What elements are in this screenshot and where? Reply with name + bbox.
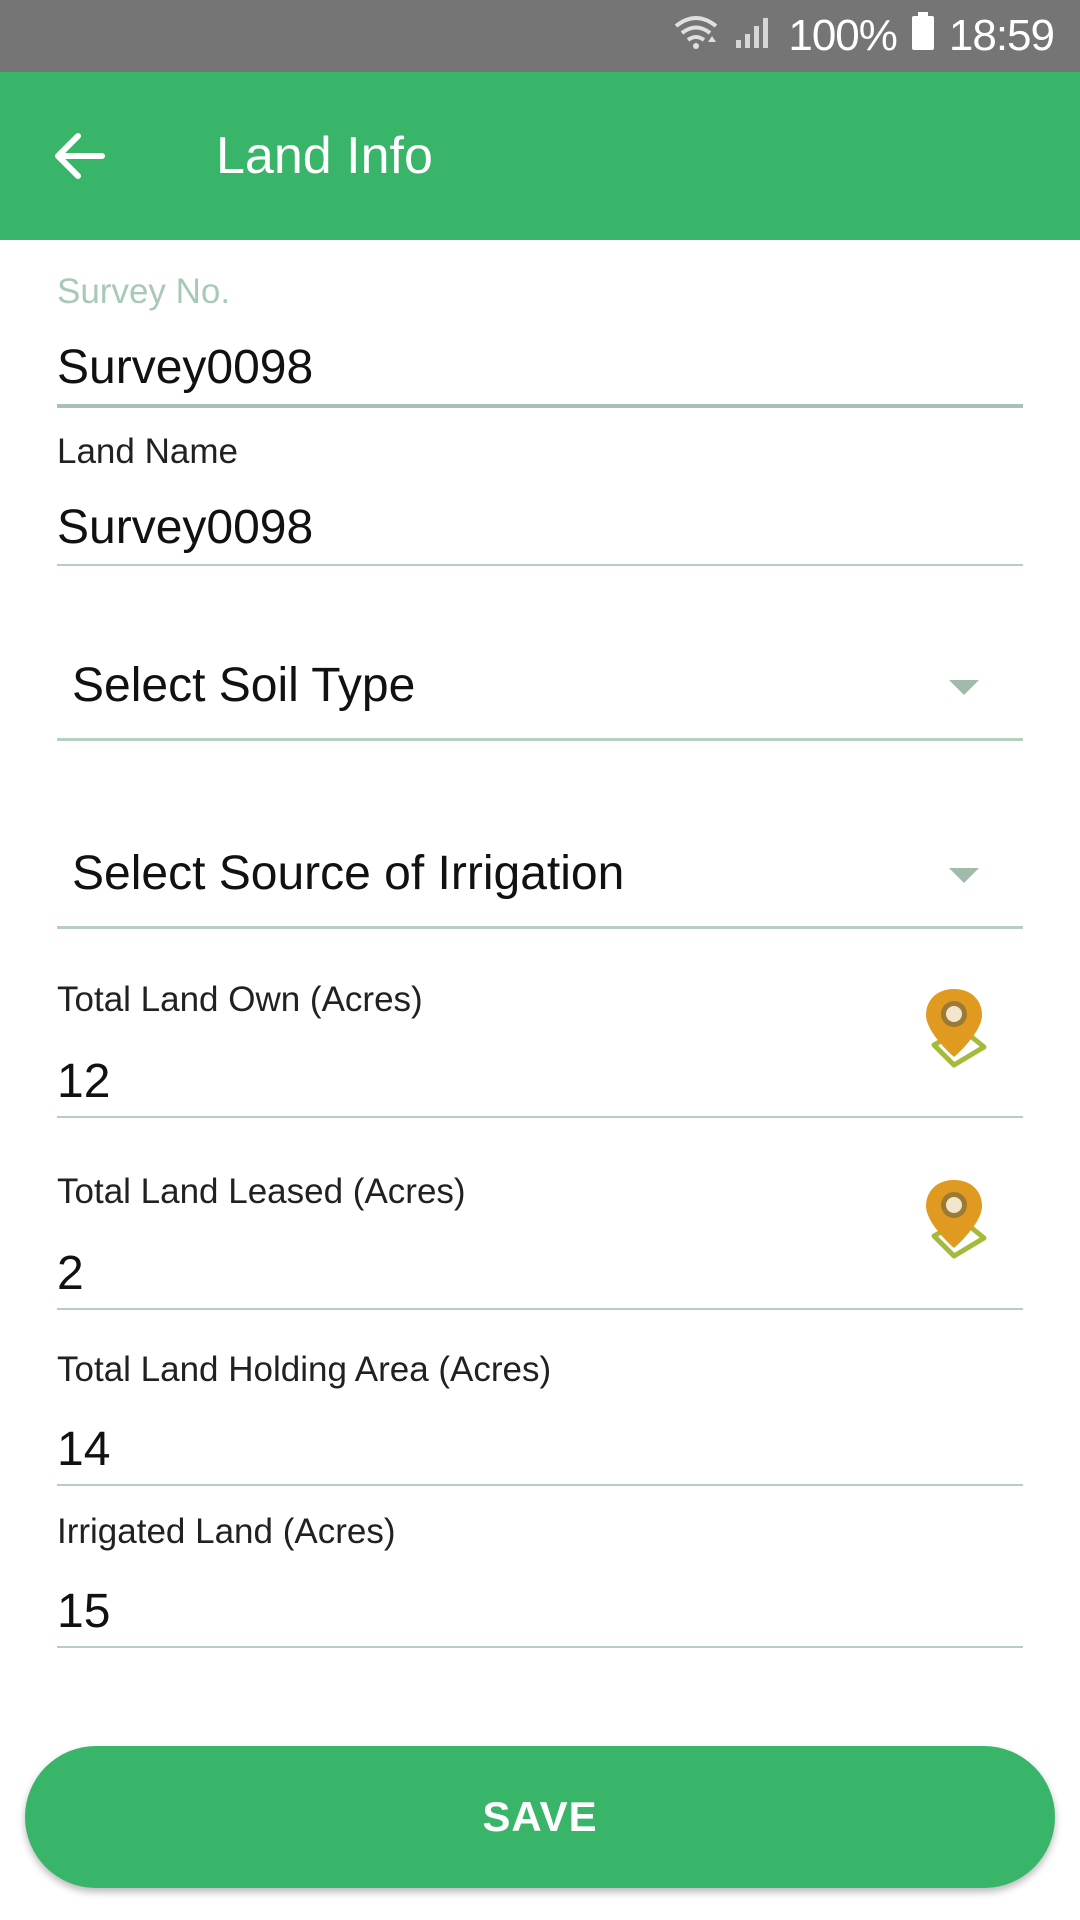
soil-type-selected: Select Soil Type — [72, 659, 416, 712]
irrigated-land-value[interactable]: 15 — [57, 1584, 937, 1639]
irrigation-source-selected: Select Source of Irrigation — [72, 847, 625, 900]
survey-no-underline — [57, 404, 1023, 408]
status-bar: 100% 18:59 — [0, 0, 1080, 72]
battery-icon — [911, 11, 935, 61]
irrigation-source-underline — [57, 926, 1023, 929]
page-title: Land Info — [216, 127, 433, 185]
app-bar: Land Info — [0, 72, 1080, 240]
land-name-value[interactable]: Survey0098 — [57, 500, 937, 555]
battery-percentage: 100% — [788, 11, 898, 60]
map-pin-icon[interactable] — [920, 985, 990, 1085]
irrigated-land-field[interactable]: Irrigated Land (Acres) 15 — [57, 1512, 1023, 1652]
total-land-leased-value[interactable]: 2 — [57, 1246, 937, 1301]
total-land-holding-field[interactable]: Total Land Holding Area (Acres) 14 — [57, 1350, 1023, 1490]
back-button[interactable] — [50, 126, 120, 186]
total-land-holding-underline — [57, 1484, 1023, 1486]
land-name-field[interactable]: Land Name Survey0098 — [57, 428, 1023, 570]
irrigation-source-dropdown[interactable]: Select Source of Irrigation — [57, 828, 1023, 930]
irrigated-land-label: Irrigated Land (Acres) — [57, 1512, 396, 1551]
total-land-holding-label: Total Land Holding Area (Acres) — [57, 1350, 552, 1389]
soil-type-dropdown[interactable]: Select Soil Type — [57, 640, 1023, 742]
signal-icon — [734, 11, 774, 61]
chevron-down-icon — [949, 868, 979, 883]
survey-no-label: Survey No. — [57, 272, 231, 311]
total-land-leased-underline — [57, 1308, 1023, 1310]
arrow-back-icon — [55, 133, 105, 179]
total-land-holding-value[interactable]: 14 — [57, 1422, 937, 1477]
chevron-down-icon — [949, 680, 979, 695]
total-land-own-underline — [57, 1116, 1023, 1118]
map-pin-icon[interactable] — [920, 1176, 990, 1276]
clock: 18:59 — [948, 11, 1055, 60]
survey-no-value[interactable]: Survey0098 — [57, 340, 937, 395]
soil-type-underline — [57, 738, 1023, 741]
save-button[interactable]: SAVE — [25, 1746, 1055, 1888]
total-land-own-label: Total Land Own (Acres) — [57, 980, 423, 1019]
total-land-leased-field[interactable]: Total Land Leased (Acres) 2 — [57, 1172, 1023, 1312]
land-name-label: Land Name — [57, 432, 238, 471]
irrigated-land-underline — [57, 1646, 1023, 1648]
total-land-own-field[interactable]: Total Land Own (Acres) 12 — [57, 980, 1023, 1120]
wifi-icon — [672, 11, 720, 61]
survey-no-field[interactable]: Survey No. Survey0098 — [57, 268, 1023, 410]
land-name-underline — [57, 564, 1023, 566]
total-land-leased-label: Total Land Leased (Acres) — [57, 1172, 466, 1211]
total-land-own-value[interactable]: 12 — [57, 1054, 937, 1109]
